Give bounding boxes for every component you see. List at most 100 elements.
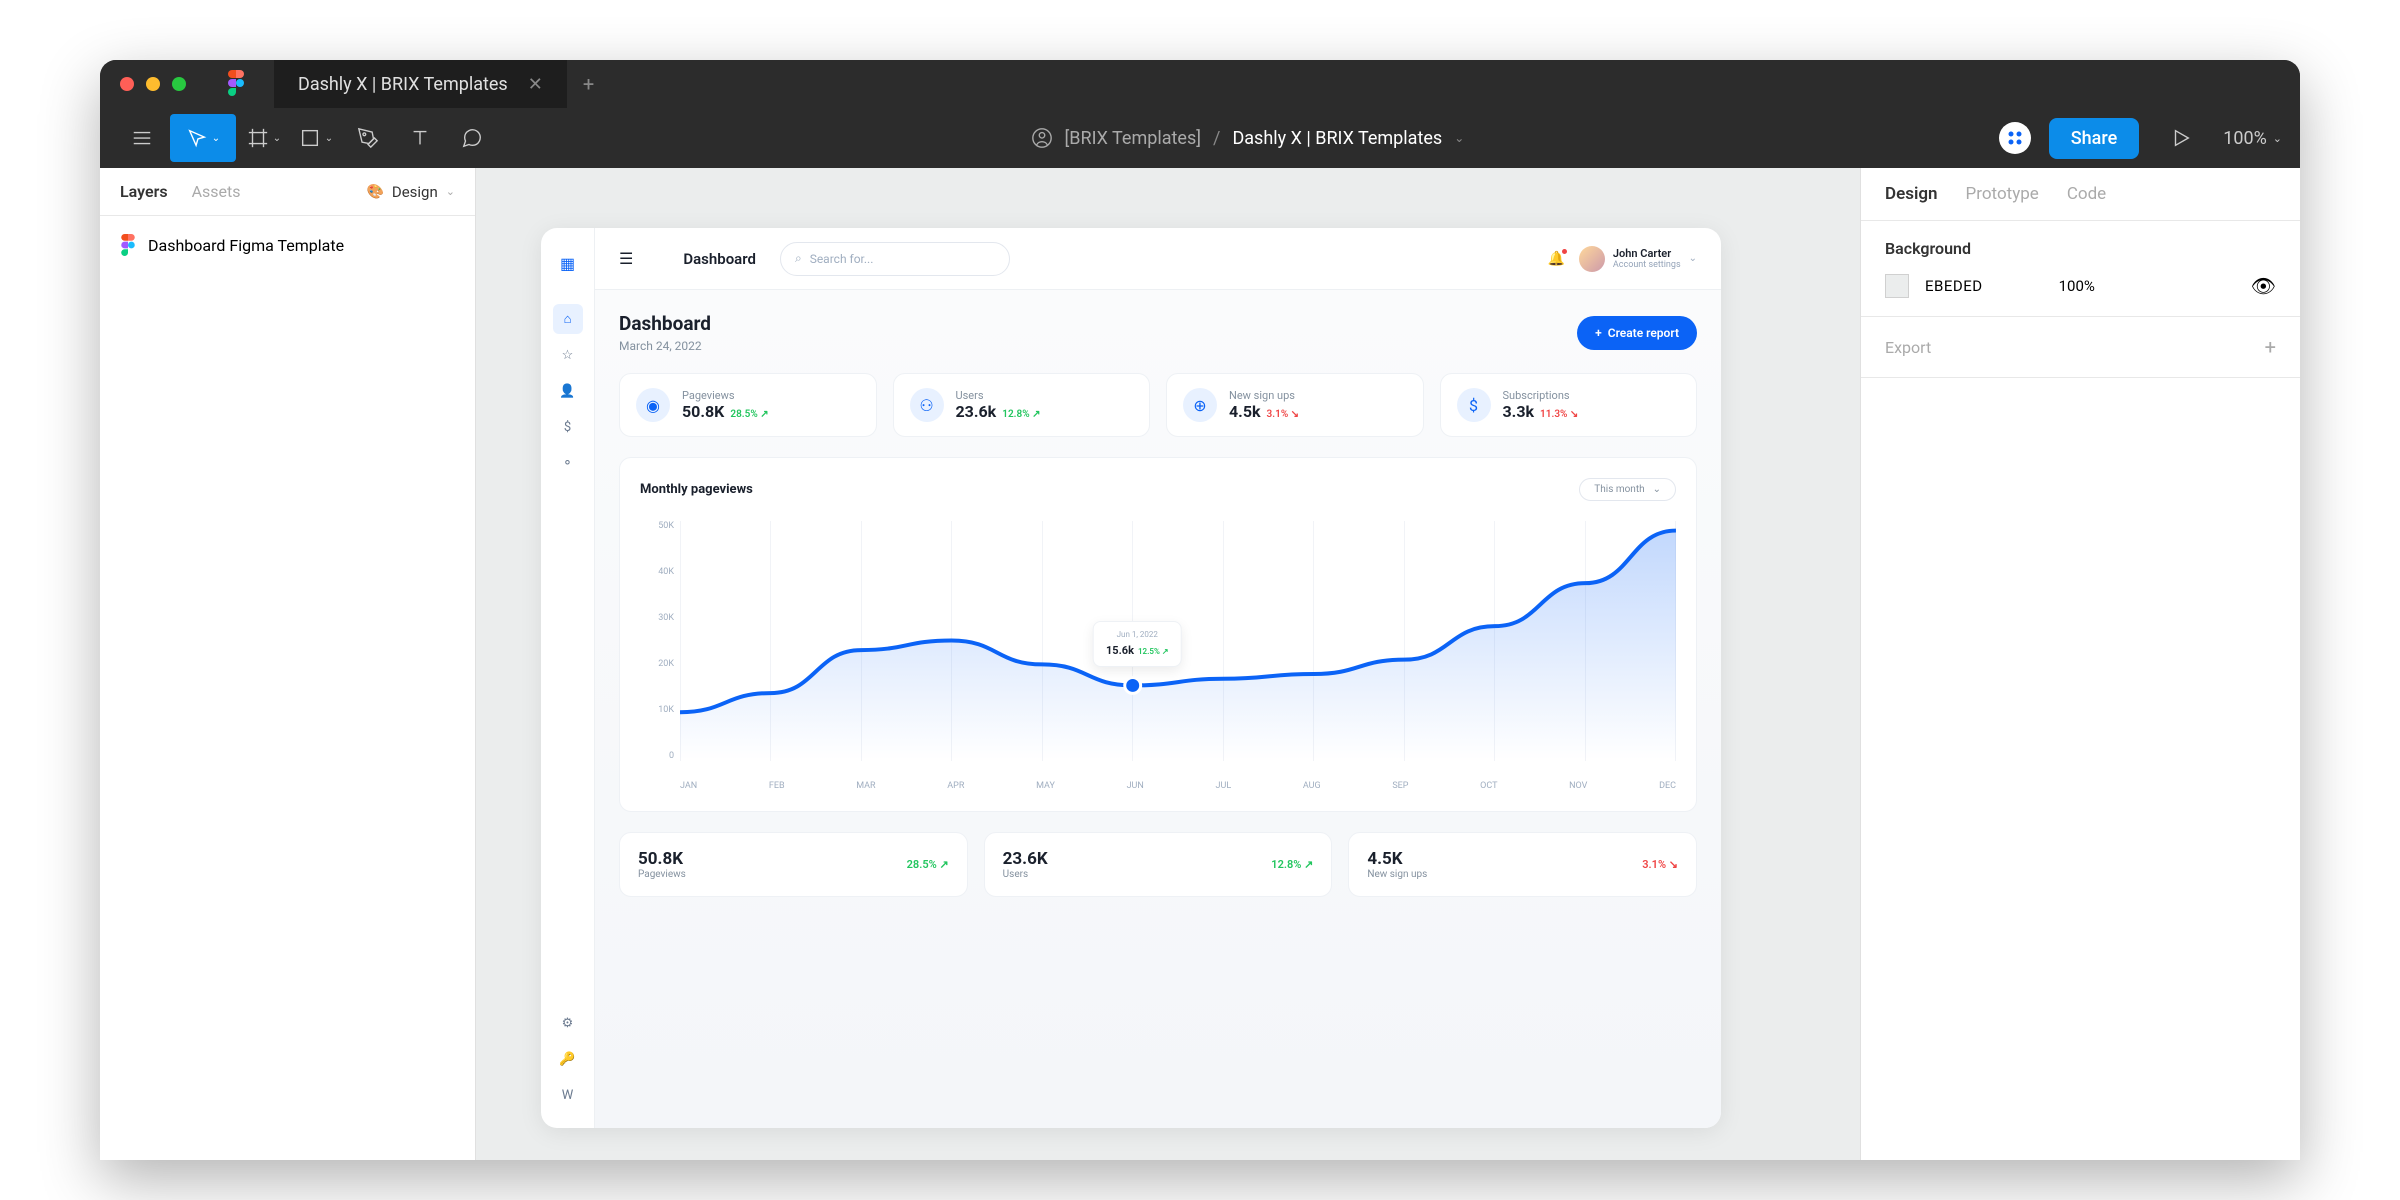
- text-tool-button[interactable]: [396, 114, 444, 162]
- card-value: 50.8K: [638, 849, 686, 869]
- stat-card[interactable]: ⚇ Users 23.6k 12.8% ↗: [893, 373, 1151, 437]
- stat-value: 23.6k: [956, 402, 997, 421]
- dashboard-body: Dashboard March 24, 2022 +Create report …: [595, 290, 1721, 1128]
- visibility-icon[interactable]: 👁: [2251, 274, 2276, 298]
- chart-card: Monthly pageviews This month⌄ 50K40K30K2…: [619, 457, 1697, 812]
- layers-tab[interactable]: Layers: [120, 182, 168, 201]
- assets-tab[interactable]: Assets: [192, 182, 241, 201]
- close-window-icon[interactable]: [120, 77, 134, 91]
- card-delta: 28.5% ↗: [907, 858, 949, 871]
- stat-card[interactable]: $ Subscriptions 3.3k 11.3% ↘: [1440, 373, 1698, 437]
- user-circle-icon: [1031, 127, 1053, 149]
- page-date: March 24, 2022: [619, 339, 711, 353]
- page-title: Dashboard: [619, 312, 711, 335]
- stat-card[interactable]: ⊕ New sign ups 4.5k 3.1% ↘: [1166, 373, 1424, 437]
- stat-icon: ◉: [636, 388, 670, 422]
- stat-label: New sign ups: [1229, 389, 1299, 402]
- title-bar: Dashly X | BRIX Templates ✕ +: [100, 60, 2300, 108]
- move-tool-button[interactable]: ⌄: [170, 114, 236, 162]
- header-title: Dashboard: [683, 250, 756, 268]
- stat-label: Users: [956, 389, 1041, 402]
- page-dropdown[interactable]: 🎨 Design ⌄: [366, 183, 455, 201]
- stat-delta: 3.1% ↘: [1267, 409, 1300, 420]
- share-button[interactable]: Share: [2049, 118, 2139, 159]
- bg-color-hex[interactable]: EBEDED: [1925, 277, 1983, 295]
- prototype-tab[interactable]: Prototype: [1966, 184, 2039, 204]
- dashboard-header: ☰ Dashboard ⌕ Search for... 🔔 John Carte…: [595, 228, 1721, 290]
- layer-item[interactable]: Dashboard Figma Template: [120, 228, 455, 262]
- present-button[interactable]: [2157, 114, 2205, 162]
- file-breadcrumb[interactable]: [BRIX Templates]/Dashly X | BRIX Templat…: [1031, 127, 1465, 149]
- right-panel: Design Prototype Code Background EBEDED …: [1860, 168, 2300, 1160]
- stat-icon: ⚇: [910, 388, 944, 422]
- nav-home-icon[interactable]: ⌂: [553, 304, 583, 334]
- hamburger-icon[interactable]: ☰: [619, 249, 633, 268]
- add-export-button[interactable]: +: [2265, 335, 2276, 359]
- minimize-window-icon[interactable]: [146, 77, 160, 91]
- summary-card[interactable]: 4.5K New sign ups 3.1% ↘: [1348, 832, 1697, 897]
- summary-card[interactable]: 50.8K Pageviews 28.5% ↗: [619, 832, 968, 897]
- design-tab[interactable]: Design: [1885, 184, 1938, 204]
- new-tab-button[interactable]: +: [583, 72, 594, 96]
- stat-label: Subscriptions: [1503, 389, 1579, 402]
- figma-logo-icon: [226, 70, 246, 98]
- zoom-dropdown[interactable]: 100%⌄: [2223, 128, 2282, 149]
- frame-tool-button[interactable]: ⌄: [240, 114, 288, 162]
- stat-label: Pageviews: [682, 389, 769, 402]
- maximize-window-icon[interactable]: [172, 77, 186, 91]
- user-avatar-icon: [1579, 246, 1605, 272]
- comment-tool-button[interactable]: [448, 114, 496, 162]
- chart-period-dropdown[interactable]: This month⌄: [1579, 478, 1676, 501]
- plus-icon: +: [1595, 326, 1602, 340]
- search-input[interactable]: ⌕ Search for...: [780, 242, 1010, 276]
- stat-icon: ⊕: [1183, 388, 1217, 422]
- card-value: 4.5K: [1367, 849, 1427, 869]
- main-menu-button[interactable]: [118, 114, 166, 162]
- close-tab-icon[interactable]: ✕: [528, 74, 543, 95]
- logo-icon: ▦: [553, 248, 583, 278]
- card-label: Users: [1003, 869, 1048, 880]
- stat-delta: 11.3% ↘: [1540, 409, 1578, 420]
- create-report-button[interactable]: +Create report: [1577, 316, 1697, 350]
- code-tab[interactable]: Code: [2067, 184, 2106, 204]
- user-menu[interactable]: John Carter Account settings ⌄: [1579, 246, 1697, 272]
- layer-name: Dashboard Figma Template: [148, 236, 344, 255]
- file-name: Dashly X | BRIX Templates: [1232, 128, 1442, 149]
- nav-key-icon[interactable]: 🔑: [553, 1044, 583, 1074]
- card-label: Pageviews: [638, 869, 686, 880]
- background-label: Background: [1885, 239, 2276, 258]
- dashboard-sidebar: ▦ ⌂ ☆ 👤 $ ⚬ ⚙ 🔑 W: [541, 228, 595, 1128]
- stat-delta: 28.5% ↗: [730, 409, 768, 420]
- card-delta: 12.8% ↗: [1271, 858, 1313, 871]
- dashboard-frame[interactable]: ▦ ⌂ ☆ 👤 $ ⚬ ⚙ 🔑 W ☰ D: [541, 228, 1721, 1128]
- export-label: Export: [1885, 338, 1931, 357]
- user-avatar-icon[interactable]: [1999, 122, 2031, 154]
- window-controls: [120, 77, 186, 91]
- shape-tool-button[interactable]: ⌄: [292, 114, 340, 162]
- stat-card[interactable]: ◉ Pageviews 50.8K 28.5% ↗: [619, 373, 877, 437]
- nav-plug-icon[interactable]: ⚬: [553, 448, 583, 478]
- stat-value: 50.8K: [682, 402, 724, 421]
- summary-card[interactable]: 23.6K Users 12.8% ↗: [984, 832, 1333, 897]
- chart-tooltip: Jun 1, 2022 15.6k 12.5% ↗: [1093, 621, 1182, 667]
- bg-color-swatch[interactable]: [1885, 274, 1909, 298]
- nav-dollar-icon[interactable]: $: [553, 412, 583, 442]
- nav-settings-icon[interactable]: ⚙: [553, 1008, 583, 1038]
- nav-star-icon[interactable]: ☆: [553, 340, 583, 370]
- bg-opacity[interactable]: 100%: [2059, 277, 2095, 295]
- nav-webflow-icon[interactable]: W: [553, 1080, 583, 1110]
- canvas[interactable]: ▦ ⌂ ☆ 👤 $ ⚬ ⚙ 🔑 W ☰ D: [476, 168, 1860, 1160]
- card-delta: 3.1% ↘: [1642, 858, 1678, 871]
- figma-file-icon: [120, 234, 136, 256]
- nav-user-icon[interactable]: 👤: [553, 376, 583, 406]
- stat-value: 3.3k: [1503, 402, 1535, 421]
- card-label: New sign ups: [1367, 869, 1427, 880]
- file-tab[interactable]: Dashly X | BRIX Templates ✕: [274, 60, 567, 108]
- toolbar: ⌄ ⌄ ⌄ [BRIX Templates]/Dashly X | BRIX T…: [100, 108, 2300, 168]
- bell-icon[interactable]: 🔔: [1547, 251, 1564, 267]
- chart-title: Monthly pageviews: [640, 482, 753, 497]
- stat-value: 4.5k: [1229, 402, 1261, 421]
- stat-icon: $: [1457, 388, 1491, 422]
- card-value: 23.6K: [1003, 849, 1048, 869]
- pen-tool-button[interactable]: [344, 114, 392, 162]
